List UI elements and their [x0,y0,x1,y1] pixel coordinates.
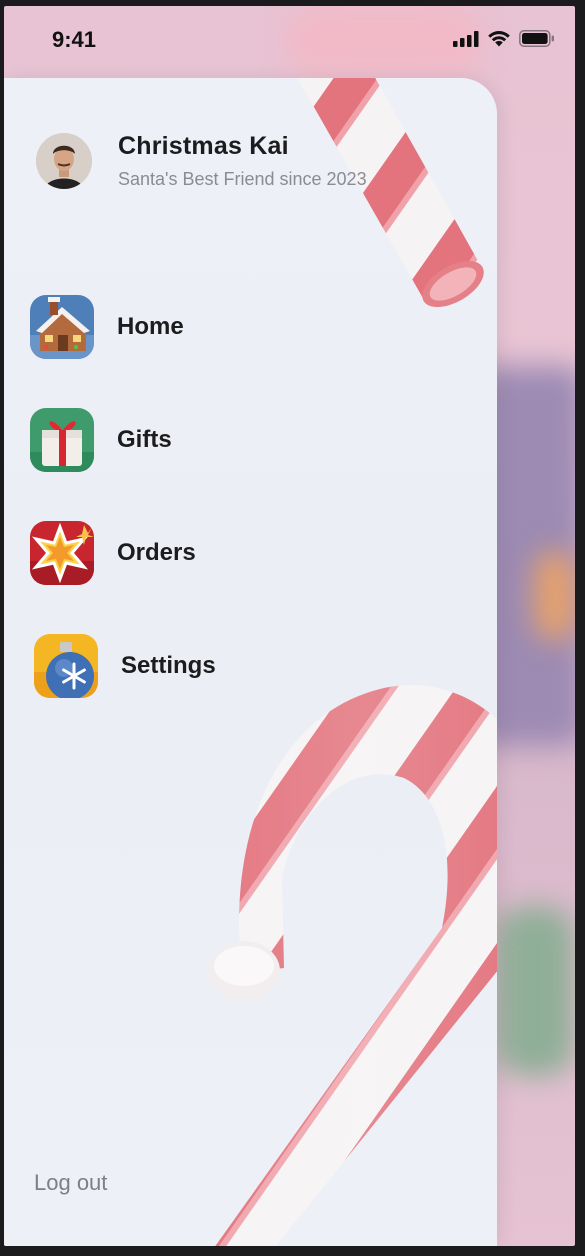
avatar[interactable] [36,133,92,189]
drawer-menu: Home Gifts Orders Settings [30,294,216,746]
menu-item-settings[interactable]: Settings [34,633,216,699]
menu-item-orders[interactable]: Orders [30,520,216,586]
background-accent [535,551,575,641]
profile-subtitle: Santa's Best Friend since 2023 [118,169,367,189]
navigation-drawer: Christmas Kai Santa's Best Friend since … [4,78,497,1246]
ornament-icon [34,634,98,698]
star-burst-icon [30,521,94,585]
menu-label-orders: Orders [117,539,196,566]
logout-button[interactable]: Log out [34,1170,107,1196]
background-card [495,906,575,1076]
menu-label-home: Home [117,313,184,340]
status-bar: 9:41 [4,6,575,76]
phone-screen: 9:41 Christmas Kai Santa's Best Friend s… [4,6,575,1246]
gift-box-icon [30,408,94,472]
gingerbread-house-icon [30,295,94,359]
status-time: 9:41 [52,27,97,52]
user-photo-icon [36,133,92,189]
menu-item-gifts[interactable]: Gifts [30,407,216,473]
menu-label-gifts: Gifts [117,426,172,453]
profile-name: Christmas Kai [118,132,289,160]
status-icons [453,30,555,47]
wifi-icon [488,31,510,47]
menu-label-settings: Settings [121,652,216,679]
battery-icon [519,30,554,47]
cellular-signal-icon [453,31,479,47]
profile-header[interactable]: Christmas Kai Santa's Best Friend since … [36,132,367,190]
menu-item-home[interactable]: Home [30,294,216,360]
